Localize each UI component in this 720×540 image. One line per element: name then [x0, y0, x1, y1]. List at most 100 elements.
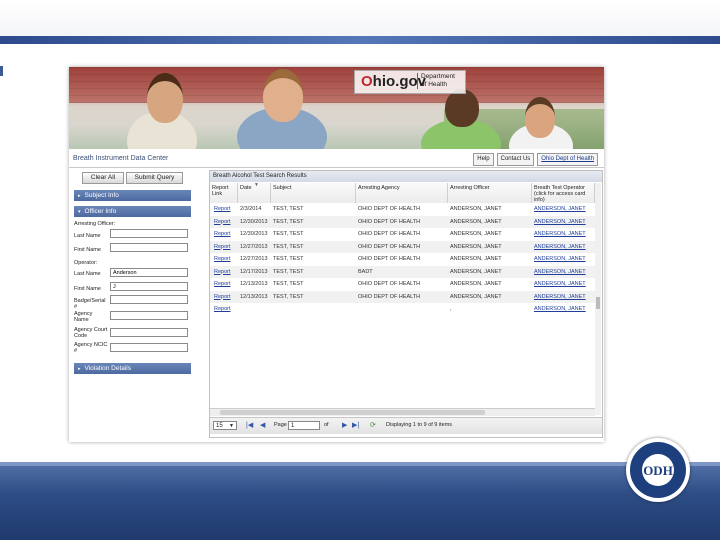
search-panel: Clear All Submit Query ▸ Subject Info ▾ Of… — [74, 170, 191, 440]
table-cell: TEST, TEST — [273, 256, 304, 262]
col-date[interactable]: Date ▼ — [238, 182, 271, 203]
operator-first-name-input[interactable]: J — [110, 282, 188, 291]
operator-link[interactable]: ANDERSON, JANET — [534, 203, 594, 216]
table-cell — [273, 303, 355, 316]
col-date-label: Date — [240, 185, 252, 191]
report-link[interactable]: Report — [214, 241, 239, 254]
seal-text: ODH — [643, 463, 673, 478]
chevron-down-icon: ▼ — [229, 423, 234, 429]
table-cell: ANDERSON, JANET — [450, 268, 502, 275]
operator-link[interactable]: ANDERSON, JANET — [534, 303, 594, 316]
table-row[interactable]: Report 12/27/2013 TEST, TEST OHIO DEPT OF H… — [210, 240, 595, 254]
page-number-input[interactable]: 1 — [288, 421, 320, 430]
ohio-dept-of-health-link[interactable]: Ohio Dept of Health — [537, 153, 598, 166]
slide-header-band — [0, 36, 720, 44]
pager-bar: 15 ▼ |◀ ◀ Page 1 of ▶ ▶| ⟳ Displaying 1 t… — [210, 417, 602, 434]
agency-ncic-input[interactable] — [110, 343, 188, 352]
table-cell: BADT — [358, 268, 373, 275]
badge-serial-label: Badge/Serial # — [74, 298, 106, 310]
prev-page-icon[interactable]: ◀ — [260, 421, 265, 430]
horizontal-scroll-thumb[interactable] — [220, 410, 485, 415]
col-arresting-officer[interactable]: Arresting Officer — [448, 183, 532, 203]
header-divider — [69, 167, 604, 168]
report-link[interactable]: Report — [214, 203, 239, 216]
badge-serial-input[interactable] — [110, 295, 188, 304]
refresh-icon[interactable]: ⟳ — [370, 421, 376, 430]
seal-ring: ODH — [630, 442, 686, 498]
operator-heading: Operator: — [74, 260, 98, 266]
table-cell: 12/30/2013 — [240, 218, 268, 225]
table-cell: TEST, TEST — [273, 293, 304, 300]
report-link[interactable]: Report — [214, 266, 239, 279]
col-subject[interactable]: Subject — [271, 183, 356, 203]
next-page-icon[interactable]: ▶ — [342, 421, 347, 430]
submit-query-button[interactable]: Submit Query — [126, 172, 183, 184]
horizontal-scrollbar[interactable] — [210, 408, 595, 416]
app-title: Breath Instrument Data Center — [73, 155, 169, 162]
operator-link[interactable]: ANDERSON, JANET — [534, 266, 594, 279]
expand-arrow-icon: ▸ — [78, 366, 81, 372]
officer-first-name-input[interactable] — [110, 243, 188, 252]
slide-corner-mark — [0, 66, 3, 76]
table-row[interactable]: Report 2/3/2014 TEST, TEST OHIO DEPT OF HEA… — [210, 203, 595, 216]
report-link[interactable]: Report — [214, 303, 239, 316]
first-page-icon[interactable]: |◀ — [246, 421, 253, 430]
agency-ncic-label: Agency NCIC # — [74, 342, 108, 354]
table-cell: , — [450, 306, 452, 312]
officer-last-name-label: Last Name — [74, 233, 101, 239]
expand-arrow-icon: ▸ — [78, 193, 81, 199]
last-page-icon[interactable]: ▶| — [352, 421, 359, 430]
violation-details-header[interactable]: ▸ Violation Details — [74, 363, 191, 374]
table-row[interactable]: Report, ANDERSON, JANET — [210, 303, 595, 316]
table-row[interactable]: Report 12/13/2013 TEST, TEST OHIO DEPT OF H… — [210, 278, 595, 291]
report-link[interactable]: Report — [214, 253, 239, 266]
help-link[interactable]: Help — [473, 153, 494, 166]
operator-link[interactable]: ANDERSON, JANET — [534, 253, 594, 266]
contact-us-link[interactable]: Contact Us — [496, 153, 535, 166]
operator-link[interactable]: ANDERSON, JANET — [534, 291, 594, 304]
col-arresting-agency[interactable]: Arresting Agency — [356, 183, 448, 203]
agency-name-label: Agency Name — [74, 311, 93, 323]
report-link[interactable]: Report — [214, 278, 239, 291]
subject-info-header[interactable]: ▸ Subject Info — [74, 190, 191, 201]
operator-last-name-input[interactable]: Anderson — [110, 268, 188, 277]
clear-all-button[interactable]: Clear All — [82, 172, 124, 184]
table-row[interactable]: Report 12/13/2013 TEST, TEST OHIO DEPT OF H… — [210, 290, 595, 304]
officer-info-header[interactable]: ▾ Officer Info — [74, 206, 191, 217]
agency-name-input[interactable] — [110, 311, 188, 320]
col-report-link[interactable]: Report Link — [210, 183, 238, 203]
sort-arrow-icon: ▼ — [254, 182, 259, 188]
table-cell: TEST, TEST — [273, 243, 304, 250]
officer-first-name-label: First Name — [74, 247, 101, 253]
vertical-scroll-thumb[interactable] — [596, 297, 600, 309]
table-row[interactable]: Report 12/30/2013 TEST, TEST OHIO DEPT OF H… — [210, 215, 595, 229]
grid-title: Breath Alcohol Test Search Results — [210, 171, 602, 182]
ohio-gov-logo-box[interactable]: Ohio.gov Department of Health — [354, 70, 466, 94]
table-row[interactable]: Report 12/27/2013 TEST, TEST OHIO DEPT OF H… — [210, 253, 595, 266]
officer-last-name-input[interactable] — [110, 229, 188, 238]
operator-link[interactable]: ANDERSON, JANET — [534, 228, 594, 241]
collapse-arrow-icon: ▾ — [78, 209, 81, 215]
report-link[interactable]: Report — [214, 216, 239, 229]
table-row[interactable]: Report 12/17/2013 TEST, TEST BADT ANDERSON, … — [210, 265, 595, 279]
table-cell: OHIO DEPT OF HEALTH — [358, 281, 421, 287]
operator-link[interactable]: ANDERSON, JANET — [534, 216, 594, 229]
report-link[interactable]: Report — [214, 228, 239, 241]
table-row[interactable]: Report 12/30/2013 TEST, TEST OHIO DEPT OF H… — [210, 228, 595, 241]
col-breath-test-operator[interactable]: Breath Test Operator (click for access c… — [532, 183, 595, 203]
report-link[interactable]: Report — [214, 291, 239, 304]
table-cell: TEST, TEST — [273, 231, 304, 237]
seal-center: ODH — [642, 454, 674, 486]
of-label: of — [324, 422, 329, 428]
agency-court-code-input[interactable] — [110, 328, 188, 337]
vertical-scrollbar[interactable] — [595, 183, 601, 415]
operator-link[interactable]: ANDERSON, JANET — [534, 278, 594, 291]
table-cell: ANDERSON, JANET — [450, 231, 502, 237]
odh-seal-logo: ODH — [626, 438, 690, 502]
page-size-select[interactable]: 15 ▼ — [213, 421, 237, 430]
operator-link[interactable]: ANDERSON, JANET — [534, 241, 594, 254]
operator-last-name-label: Last Name — [74, 271, 101, 277]
violation-details-label: Violation Details — [84, 365, 132, 372]
table-cell: 12/27/2013 — [240, 243, 268, 250]
table-cell: TEST, TEST — [273, 268, 304, 275]
